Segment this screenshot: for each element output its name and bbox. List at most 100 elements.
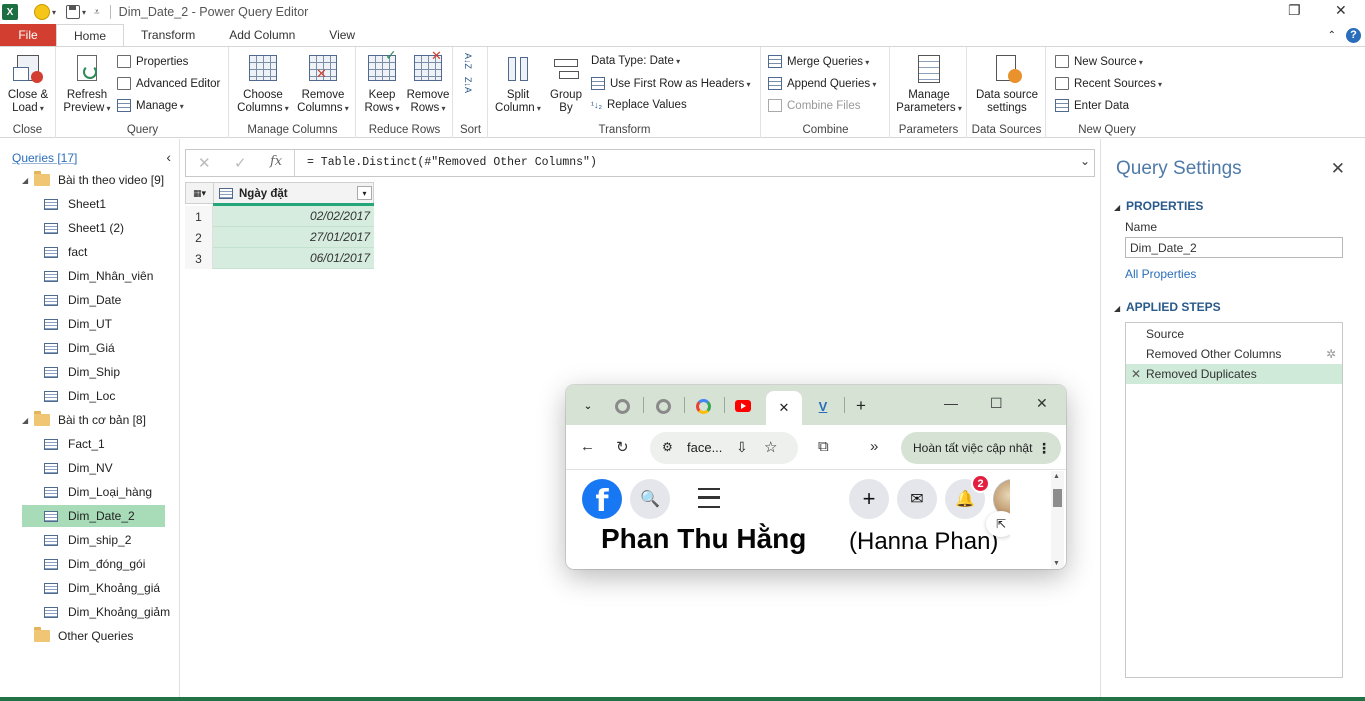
properties-section-header[interactable]: ◢ PROPERTIES xyxy=(1114,199,1203,213)
collapse-folder-icon[interactable]: ◢ xyxy=(22,176,34,185)
restore-window-icon[interactable]: ❐ xyxy=(1288,2,1301,19)
data-source-settings-button[interactable]: Data source settings xyxy=(972,53,1042,115)
confirm-formula-icon[interactable]: ✓ xyxy=(234,154,247,172)
replace-values-button[interactable]: ¹↓₂ Replace Values xyxy=(591,99,687,111)
use-first-row-headers-button[interactable]: Use First Row as Headers xyxy=(591,77,750,90)
collapse-section-icon[interactable]: ◢ xyxy=(1114,304,1126,313)
sort-descending-button[interactable]: Z↓A xyxy=(463,77,473,93)
scrollbar[interactable]: ▲ ▼ xyxy=(1051,471,1064,569)
applied-step-active[interactable]: ✕ Removed Duplicates xyxy=(1126,364,1342,384)
query-item[interactable]: Dim_Date xyxy=(44,289,121,311)
query-folder[interactable]: ◢ Bài th theo video [9] xyxy=(22,169,164,191)
query-item[interactable]: Dim_Khoảng_giá xyxy=(44,577,160,599)
browser-picture-in-picture-window[interactable]: ⌄ ✕ V + — ☐ ✕ ← ↻ ⚙ face... ⇩ ☆ ⧉ » Hoàn… xyxy=(566,385,1066,569)
help-icon[interactable]: ? xyxy=(1346,27,1361,43)
browser-tab[interactable] xyxy=(645,393,681,419)
formula-input[interactable]: = Table.Distinct(#"Removed Other Columns… xyxy=(307,156,597,169)
finish-update-button[interactable]: Hoàn tất việc cập nhật ⋮ xyxy=(901,432,1061,464)
collapse-section-icon[interactable]: ◢ xyxy=(1114,203,1126,212)
search-icon[interactable]: 🔍 xyxy=(630,479,670,519)
table-menu-icon[interactable]: ▦▾ xyxy=(186,183,214,204)
query-item[interactable]: Dim_UT xyxy=(44,313,112,335)
queries-header[interactable]: Queries [17] xyxy=(12,151,77,165)
table-cell[interactable]: 06/01/2017 xyxy=(213,248,374,269)
feedback-dropdown-icon[interactable]: ▾ xyxy=(52,8,56,17)
facebook-logo-icon[interactable]: f xyxy=(582,479,622,519)
query-item[interactable]: Dim_Nhân_viên xyxy=(44,265,153,287)
refresh-preview-button[interactable]: Refresh Preview xyxy=(61,53,113,115)
query-item[interactable]: Dim_ship_2 xyxy=(44,529,131,551)
browser-tab[interactable]: V xyxy=(805,393,841,419)
remove-rows-button[interactable]: Remove Rows xyxy=(405,49,451,115)
extensions-icon[interactable]: ⧉ xyxy=(818,438,829,455)
query-item[interactable]: Sheet1 xyxy=(44,193,106,215)
row-number[interactable]: 3 xyxy=(185,248,213,269)
all-properties-link[interactable]: All Properties xyxy=(1125,267,1196,281)
row-number[interactable]: 1 xyxy=(185,206,213,227)
menu-icon[interactable] xyxy=(698,488,720,508)
choose-columns-button[interactable]: Choose Columns xyxy=(234,53,292,115)
browser-tab[interactable] xyxy=(685,393,721,419)
feedback-smiley-icon[interactable] xyxy=(34,4,50,20)
query-item[interactable]: Dim_đóng_gói xyxy=(44,553,145,575)
collapse-ribbon-icon[interactable]: ⌃ xyxy=(1328,30,1336,41)
create-plus-icon[interactable]: + xyxy=(849,479,889,519)
query-item-selected[interactable]: Dim_Date_2 xyxy=(22,505,165,527)
row-number[interactable]: 2 xyxy=(185,227,213,248)
close-icon[interactable]: ✕ xyxy=(1036,395,1048,412)
url-text[interactable]: face... xyxy=(687,440,722,455)
close-and-load-button[interactable]: Close & Load xyxy=(4,53,52,115)
messenger-icon[interactable]: ✉ xyxy=(897,479,937,519)
new-tab-icon[interactable]: + xyxy=(843,393,879,419)
save-icon[interactable] xyxy=(66,5,81,19)
tab-home[interactable]: Home xyxy=(56,24,125,46)
close-window-icon[interactable]: ✕ xyxy=(1335,2,1347,19)
table-cell[interactable]: 02/02/2017 xyxy=(213,206,374,227)
delete-step-icon[interactable]: ✕ xyxy=(1131,367,1141,381)
expand-formula-icon[interactable]: ⌄ xyxy=(1080,154,1090,168)
sort-ascending-button[interactable]: A↓Z xyxy=(463,53,473,69)
scrollbar-thumb[interactable] xyxy=(1053,489,1062,507)
column-filter-icon[interactable]: ▾ xyxy=(357,186,372,200)
query-item[interactable]: Fact_1 xyxy=(44,433,105,455)
combine-files-button[interactable]: Combine Files xyxy=(768,99,861,112)
reload-icon[interactable]: ↻ xyxy=(616,438,629,456)
manage-button[interactable]: Manage xyxy=(117,99,184,112)
back-icon[interactable]: ← xyxy=(580,438,595,455)
install-app-icon[interactable]: ⇩ xyxy=(736,439,748,456)
merge-queries-button[interactable]: Merge Queries xyxy=(768,55,869,68)
scroll-down-icon[interactable]: ▼ xyxy=(1053,560,1060,567)
query-folder[interactable]: ◢ Bài th cơ bản [8] xyxy=(22,409,146,431)
step-settings-gear-icon[interactable]: ✲ xyxy=(1326,347,1336,361)
tab-view[interactable]: View xyxy=(312,24,372,46)
append-queries-button[interactable]: Append Queries xyxy=(768,77,876,90)
table-cell[interactable]: 27/01/2017 xyxy=(213,227,374,248)
data-type-dropdown[interactable]: Data Type: Date xyxy=(591,55,680,67)
applied-step[interactable]: Source xyxy=(1126,324,1342,344)
fx-icon[interactable]: fx xyxy=(270,154,282,169)
applied-step[interactable]: Removed Other Columns ✲ xyxy=(1126,344,1342,364)
applied-steps-section-header[interactable]: ◢ APPLIED STEPS xyxy=(1114,300,1221,314)
bookmark-star-icon[interactable]: ☆ xyxy=(764,438,777,456)
cancel-formula-icon[interactable]: ✕ xyxy=(198,154,211,172)
enter-data-button[interactable]: Enter Data xyxy=(1055,99,1129,112)
query-item[interactable]: Dim_Khoảng_giảm xyxy=(44,601,170,623)
query-item[interactable]: Dim_Ship xyxy=(44,361,120,383)
browser-tab-active[interactable]: ✕ xyxy=(766,391,802,425)
close-icon[interactable]: ✕ xyxy=(1331,159,1345,179)
properties-button[interactable]: Properties xyxy=(117,55,188,68)
tab-list-dropdown-icon[interactable]: ⌄ xyxy=(570,393,606,419)
save-dropdown-icon[interactable]: ▾ xyxy=(82,8,86,17)
query-item[interactable]: Dim_Loc xyxy=(44,385,115,407)
site-info-icon[interactable]: ⚙ xyxy=(662,440,673,454)
manage-parameters-button[interactable]: Manage Parameters xyxy=(895,53,963,115)
advanced-editor-button[interactable]: Advanced Editor xyxy=(117,77,220,90)
query-item[interactable]: Dim_NV xyxy=(44,457,113,479)
open-in-tab-icon[interactable]: ⇱ xyxy=(986,511,1010,537)
group-by-button[interactable]: Group By xyxy=(545,53,587,115)
split-column-button[interactable]: Split Column xyxy=(493,53,543,115)
query-name-input[interactable] xyxy=(1125,237,1343,258)
minimize-icon[interactable]: — xyxy=(944,395,958,411)
date-type-icon[interactable] xyxy=(219,188,233,199)
query-folder[interactable]: Other Queries xyxy=(34,625,133,647)
